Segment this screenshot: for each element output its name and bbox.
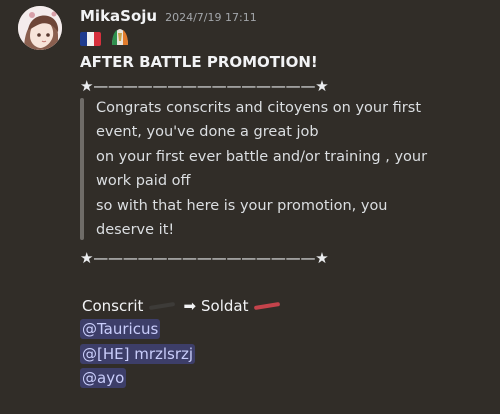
announcement-heading: AFTER BATTLE PROMOTION! (80, 53, 318, 71)
quote-line: Congrats conscrits and citoyens on your … (96, 100, 422, 116)
block-quote: Congrats conscrits and citoyens on your … (80, 96, 480, 242)
promotion-line: Conscrit ➡ Soldat (82, 296, 286, 316)
anime-girl-avatar-icon (18, 6, 62, 50)
star-divider-bottom: ★———————————————★ (80, 249, 329, 267)
quote-line: deserve it! (96, 222, 175, 239)
star-divider-top: ★———————————————★ (80, 77, 329, 95)
user-mention[interactable]: @[HE] mrzlsrzj (80, 344, 196, 364)
quote-line: so with that here is your promotion, you (96, 197, 388, 214)
chat-message: MikaSoju 2024/7/19 17:11 AFTER BATTLE PR… (0, 0, 500, 414)
message-header: MikaSoju 2024/7/19 17:11 (80, 7, 257, 27)
flag-emojis (80, 29, 131, 49)
quote-line: work paid off (96, 173, 191, 190)
from-rank: Conscrit (82, 297, 144, 315)
quote-line: on your first ever battle and/or trainin… (96, 148, 428, 165)
france-flag-icon[interactable] (80, 32, 101, 46)
user-mention[interactable]: @Tauricus (80, 319, 161, 339)
ireland-flag-icon[interactable] (109, 27, 131, 51)
author-name[interactable]: MikaSoju (80, 7, 157, 25)
conscrit-stripe-icon (149, 301, 176, 311)
to-rank: Soldat (201, 297, 249, 315)
quote-bar (80, 98, 84, 240)
quote-text: Congrats conscrits and citoyens on your … (96, 96, 427, 242)
message-timestamp[interactable]: 2024/7/19 17:11 (165, 11, 257, 24)
soldat-stripe-icon (254, 301, 281, 311)
quote-line: event, you've done a great job (96, 124, 319, 141)
avatar[interactable] (18, 6, 62, 50)
user-mention[interactable]: @ayo (80, 368, 127, 388)
right-arrow-icon: ➡ (183, 297, 197, 315)
